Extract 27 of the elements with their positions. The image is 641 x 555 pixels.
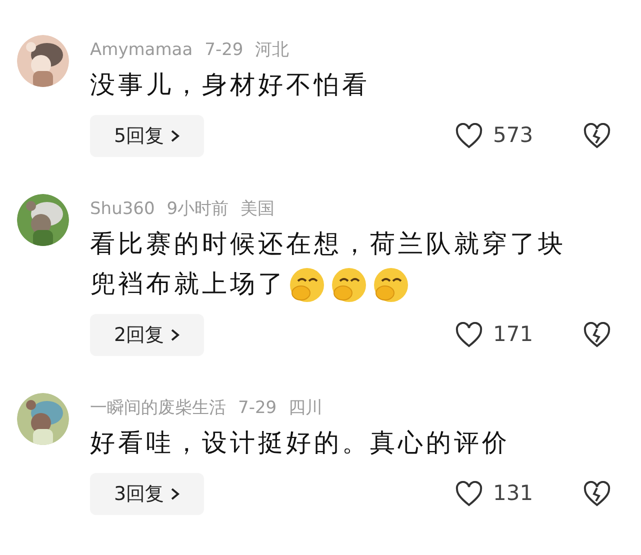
giggle-emoji-icon — [288, 266, 326, 304]
heart-icon[interactable] — [455, 123, 483, 149]
replies-button[interactable]: 3回复 — [90, 473, 204, 516]
heart-icon[interactable] — [455, 481, 483, 508]
replies-button[interactable]: 2回复 — [90, 314, 204, 356]
broken-heart-icon[interactable] — [583, 123, 611, 149]
replies-button[interactable]: 5回复 — [90, 115, 204, 157]
comment-text: 好看哇，设计挺好的。真心的评价 — [90, 427, 511, 460]
comment-location: 美国 — [240, 198, 275, 221]
comment-time: 9小时前 — [166, 198, 229, 221]
chevron-icon — [170, 328, 180, 342]
comment-text: 没事儿，身材好不怕看 — [90, 69, 371, 101]
giggle-emoji-icon — [372, 266, 410, 304]
like-count: 171 — [493, 321, 534, 348]
comment-time: 7-29 — [204, 39, 244, 62]
broken-heart-icon[interactable] — [583, 481, 611, 508]
broken-heart-icon[interactable] — [583, 322, 611, 348]
comment-location: 河北 — [255, 39, 290, 62]
comment-location: 四川 — [288, 397, 323, 420]
comment-text: 看比赛的时候还在想，荷兰队就穿了块兜裆布就上场了 — [90, 224, 580, 304]
heart-icon[interactable] — [455, 322, 483, 348]
giggle-emoji-icon — [330, 266, 368, 304]
comment-time: 7-29 — [238, 397, 277, 420]
like-count: 573 — [493, 122, 534, 150]
chevron-icon — [170, 129, 180, 143]
chevron-icon — [170, 487, 180, 502]
like-count: 131 — [493, 480, 534, 508]
